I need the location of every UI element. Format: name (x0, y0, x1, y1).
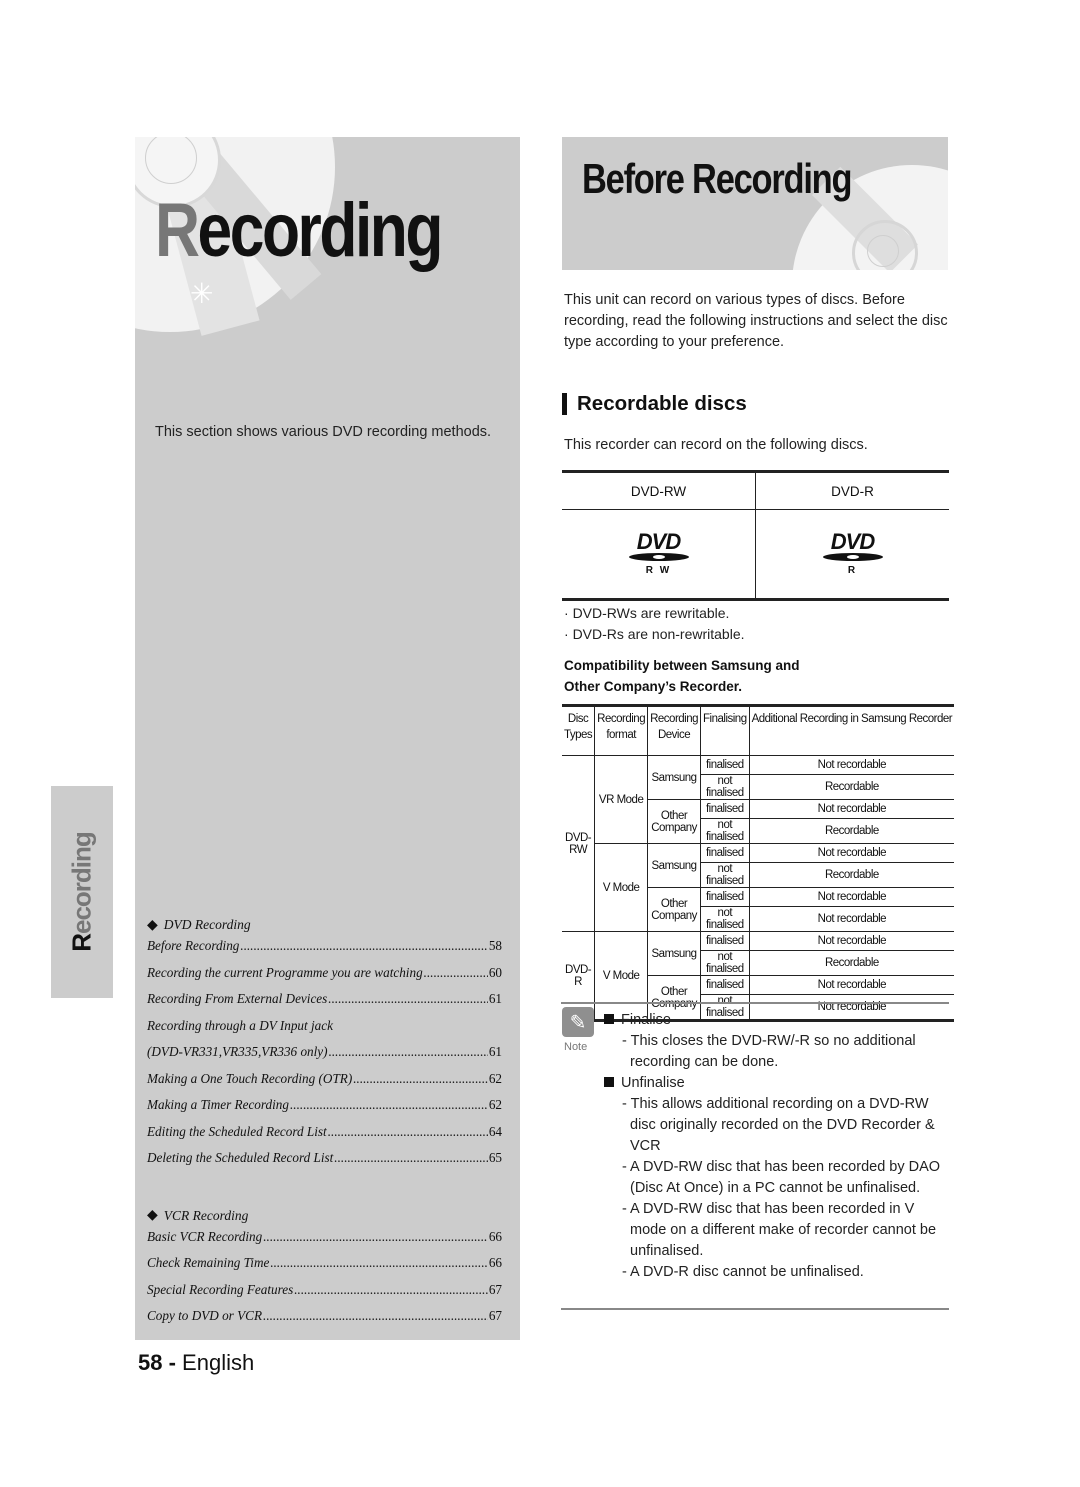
device-cell: Other Company (647, 799, 702, 844)
diamond-icon: ◆ (147, 917, 158, 933)
note-divider (561, 1002, 949, 1004)
recordable-discs-table: DVD-RW DVD-R DVD R W DVD R (562, 470, 949, 601)
finalising-cell: not finalised (700, 950, 750, 976)
dvd-rw-logo-icon: DVD R W (628, 531, 689, 576)
toc-entry[interactable]: Recording the current Programme you are … (147, 965, 502, 992)
additional-recording-cell: Not recordable (749, 975, 955, 995)
square-bullet-icon (604, 1077, 614, 1087)
finalising-cell: finalised (700, 931, 750, 951)
additional-recording-cell: Not recordable (749, 843, 955, 863)
device-cell: Samsung (647, 843, 702, 888)
note-line: - A DVD-RW disc that has been recorded b… (622, 1159, 941, 1196)
compatibility-title: Compatibility between Samsung and Other … (564, 658, 800, 694)
note-label: Note (564, 1041, 588, 1053)
additional-recording-cell: Not recordable (749, 906, 955, 932)
column-header: Finalising (700, 705, 750, 756)
bullet-item: · DVD-Rs are non-rewritable. (564, 626, 745, 642)
additional-recording-cell: Not recordable (749, 755, 955, 775)
format-cell: V Mode (594, 843, 649, 932)
note-line: - This closes the DVD-RW/-R so no additi… (622, 1033, 916, 1070)
format-cell: VR Mode (594, 755, 649, 844)
toc-entry[interactable]: Copy to DVD or VCR67 (147, 1308, 502, 1335)
finalising-cell: finalised (700, 975, 750, 995)
additional-recording-cell: Recordable (749, 862, 955, 888)
disc-cell: DVD-RW (562, 755, 596, 932)
table-of-contents: ◆DVD Recording Before Recording58 Record… (147, 912, 502, 1335)
page-language: English (182, 1350, 255, 1375)
toc-entry[interactable]: Basic VCR Recording66 (147, 1229, 502, 1256)
chapter-side-tab: Recording (51, 786, 113, 998)
chapter-title: Recording (155, 188, 443, 273)
note-line: - A DVD-RW disc that has been recorded i… (622, 1201, 937, 1259)
note-line: - A DVD-R disc cannot be unfinalised. (622, 1264, 864, 1280)
section-lead: This recorder can record on the followin… (564, 437, 868, 453)
note-divider (561, 1308, 949, 1310)
heading-bar (562, 393, 567, 415)
device-cell: Samsung (647, 931, 702, 976)
finalising-cell: finalised (700, 755, 750, 775)
page-footer: 58 - English (138, 1350, 254, 1376)
toc-entry[interactable]: Making a One Touch Recording (OTR)62 (147, 1071, 502, 1098)
note-body: Finalise - This closes the DVD-RW/-R so … (604, 1010, 949, 1283)
section-heading: Recordable discs (562, 392, 747, 416)
intro-paragraph: This unit can record on various types of… (564, 292, 948, 350)
toc-entry[interactable]: Making a Timer Recording62 (147, 1097, 502, 1124)
additional-recording-cell: Recordable (749, 950, 955, 976)
page-header: Before Recording (562, 137, 948, 270)
finalising-cell: not finalised (700, 818, 750, 844)
toc-entry[interactable]: Check Remaining Time66 (147, 1255, 502, 1282)
device-cell: Other Company (647, 887, 702, 932)
finalising-cell: finalised (700, 799, 750, 819)
additional-recording-cell: Recordable (749, 818, 955, 844)
device-cell: Samsung (647, 755, 702, 800)
square-bullet-icon (604, 1014, 614, 1024)
finalising-cell: finalised (700, 843, 750, 863)
toc-entry[interactable]: Editing the Scheduled Record List64 (147, 1124, 502, 1151)
format-cell: V Mode (594, 931, 649, 1021)
column-header: Recording Device (647, 705, 702, 756)
note-heading: Finalise (604, 1010, 949, 1031)
pencil-icon: ✎ (562, 1007, 594, 1037)
table-row: V Mode Samsung finalised Not recordable (562, 843, 955, 932)
toc-entry[interactable]: Special Recording Features67 (147, 1282, 502, 1309)
sparkle-icon: ✳ (190, 278, 214, 309)
page-number: 58 - (138, 1350, 176, 1375)
toc-section-heading: ◆ DVD Recording (147, 917, 251, 933)
additional-recording-cell: Recordable (749, 774, 955, 800)
compatibility-table: Disc Types Recording format Recording De… (562, 704, 955, 1022)
toc-entry[interactable]: Deleting the Scheduled Record List65 (147, 1150, 502, 1177)
dvd-r-logo-icon: DVD R (822, 531, 883, 576)
note-line: - This allows additional recording on a … (622, 1096, 935, 1154)
toc-entry[interactable]: Recording through a DV Input jack (147, 1018, 502, 1045)
diamond-icon: ◆ (147, 1208, 158, 1223)
chapter-panel: ✳ Recording This section shows various D… (135, 137, 520, 1340)
additional-recording-cell: Not recordable (749, 887, 955, 907)
toc-entry[interactable]: Recording From External Devices61 (147, 991, 502, 1018)
disc-bullets: · DVD-RWs are rewritable. · DVD-Rs are n… (564, 603, 745, 645)
page-title: Before Recording (582, 155, 853, 202)
toc-entry[interactable]: Before Recording58 (147, 938, 502, 965)
finalising-cell: not finalised (700, 774, 750, 800)
column-header: Additional Recording in Samsung Recorder (749, 705, 955, 756)
toc-entry[interactable]: (DVD-VR331,VR335,VR336 only)61 (147, 1044, 502, 1071)
table-row: DVD-R V Mode Samsung finalised Not recordabl… (562, 931, 955, 1021)
additional-recording-cell: Not recordable (749, 799, 955, 819)
chapter-description: This section shows various DVD recording… (155, 424, 492, 440)
column-header: Disc Types (562, 705, 596, 756)
finalising-cell: finalised (700, 887, 750, 907)
disc-type-header: DVD-RW (562, 471, 756, 510)
toc-section-heading: ◆ VCR Recording (147, 1207, 249, 1224)
column-header: Recording format (594, 705, 649, 756)
finalising-cell: not finalised (700, 862, 750, 888)
note-heading: Unfinalise (604, 1073, 949, 1094)
table-row: DVD-RW VR Mode Samsung finalised Not recorda… (562, 755, 955, 932)
disc-type-header: DVD-R (755, 471, 949, 510)
finalising-cell: not finalised (700, 906, 750, 932)
additional-recording-cell: Not recordable (749, 931, 955, 951)
bullet-item: · DVD-RWs are rewritable. (564, 605, 730, 621)
